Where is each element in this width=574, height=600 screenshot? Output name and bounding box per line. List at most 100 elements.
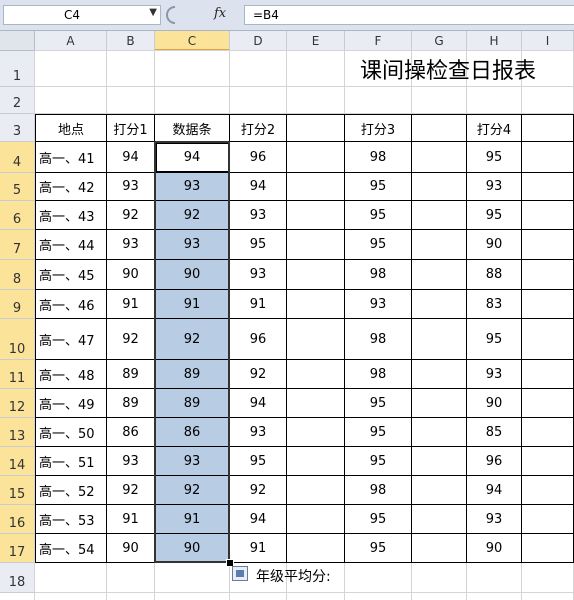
empty-cell[interactable]	[522, 447, 574, 476]
score4-cell[interactable]: 85	[467, 418, 522, 447]
empty-cell[interactable]	[287, 534, 345, 563]
score3-cell[interactable]: 95	[345, 534, 412, 563]
row-header-18[interactable]: 18	[0, 563, 35, 593]
empty-cell[interactable]	[522, 142, 574, 173]
score4-cell[interactable]: 95	[467, 201, 522, 230]
empty-cell[interactable]	[287, 260, 345, 290]
formula-bar-splitter-icon[interactable]	[165, 5, 179, 25]
column-header-h[interactable]: H	[467, 31, 522, 51]
place-cell[interactable]: 高一、45	[35, 260, 107, 290]
active-cell[interactable]: 94	[155, 142, 230, 173]
row-header-13[interactable]: 13	[0, 418, 35, 447]
databar-cell[interactable]: 93	[155, 447, 230, 476]
score1-cell[interactable]: 89	[107, 389, 155, 418]
score2-cell[interactable]: 93	[230, 260, 287, 290]
databar-cell[interactable]: 91	[155, 290, 230, 319]
score3-cell[interactable]: 95	[345, 418, 412, 447]
empty-cell[interactable]	[522, 230, 574, 260]
empty-cell[interactable]	[287, 290, 345, 319]
place-cell[interactable]: 高一、52	[35, 476, 107, 505]
empty-cell[interactable]	[287, 505, 345, 534]
databar-cell[interactable]: 86	[155, 418, 230, 447]
empty-cell[interactable]	[522, 201, 574, 230]
databar-cell[interactable]: 93	[155, 230, 230, 260]
column-header-f[interactable]: F	[345, 31, 412, 51]
empty-cell[interactable]	[522, 290, 574, 319]
score1-cell[interactable]: 92	[107, 201, 155, 230]
row-header-9[interactable]: 9	[0, 290, 35, 319]
empty-cell[interactable]	[412, 201, 467, 230]
empty-cell[interactable]	[412, 290, 467, 319]
row-header-16[interactable]: 16	[0, 505, 35, 534]
empty-cell[interactable]	[412, 447, 467, 476]
place-cell[interactable]: 高一、51	[35, 447, 107, 476]
header-cell-i[interactable]	[522, 114, 574, 142]
place-cell[interactable]: 高一、42	[35, 173, 107, 201]
place-cell[interactable]: 高一、48	[35, 360, 107, 389]
score1-cell[interactable]: 93	[107, 173, 155, 201]
score1-cell[interactable]: 93	[107, 230, 155, 260]
empty-cell[interactable]	[522, 360, 574, 389]
score4-cell[interactable]: 96	[467, 447, 522, 476]
place-cell[interactable]: 高一、54	[35, 534, 107, 563]
score2-cell[interactable]: 94	[230, 505, 287, 534]
score4-cell[interactable]: 95	[467, 319, 522, 360]
score1-cell[interactable]: 86	[107, 418, 155, 447]
row-header-8[interactable]: 8	[0, 260, 35, 290]
score1-cell[interactable]: 91	[107, 505, 155, 534]
databar-cell[interactable]: 92	[155, 201, 230, 230]
score4-cell[interactable]: 95	[467, 142, 522, 173]
score3-cell[interactable]: 93	[345, 290, 412, 319]
empty-cell[interactable]	[287, 230, 345, 260]
place-cell[interactable]: 高一、49	[35, 389, 107, 418]
score4-cell[interactable]: 83	[467, 290, 522, 319]
score2-cell[interactable]: 94	[230, 173, 287, 201]
score3-cell[interactable]: 95	[345, 230, 412, 260]
paste-options-icon[interactable]	[232, 566, 248, 581]
databar-cell[interactable]: 90	[155, 534, 230, 563]
score3-cell[interactable]: 95	[345, 505, 412, 534]
empty-cell[interactable]	[412, 505, 467, 534]
score3-cell[interactable]: 95	[345, 447, 412, 476]
header-cell-a[interactable]: 地点	[35, 114, 107, 142]
databar-cell[interactable]: 89	[155, 389, 230, 418]
row-header-5[interactable]: 5	[0, 173, 35, 201]
score4-cell[interactable]: 93	[467, 505, 522, 534]
chevron-down-icon[interactable]: ▼	[149, 7, 157, 18]
score4-cell[interactable]: 93	[467, 360, 522, 389]
column-header-i[interactable]: I	[522, 31, 574, 51]
score4-cell[interactable]: 88	[467, 260, 522, 290]
empty-cell[interactable]	[522, 389, 574, 418]
empty-cell[interactable]	[412, 319, 467, 360]
score2-cell[interactable]: 96	[230, 142, 287, 173]
empty-cell[interactable]	[287, 389, 345, 418]
score1-cell[interactable]: 92	[107, 319, 155, 360]
score2-cell[interactable]: 95	[230, 447, 287, 476]
row-header-4[interactable]: 4	[0, 142, 35, 173]
empty-cell[interactable]	[522, 505, 574, 534]
score2-cell[interactable]: 96	[230, 319, 287, 360]
score4-cell[interactable]: 90	[467, 389, 522, 418]
formula-input[interactable]: =B4	[244, 5, 574, 25]
score1-cell[interactable]: 94	[107, 142, 155, 173]
empty-cell[interactable]	[412, 389, 467, 418]
score3-cell[interactable]: 98	[345, 319, 412, 360]
empty-cell[interactable]	[412, 230, 467, 260]
empty-cell[interactable]	[412, 142, 467, 173]
score2-cell[interactable]: 94	[230, 389, 287, 418]
score3-cell[interactable]: 95	[345, 201, 412, 230]
score4-cell[interactable]: 90	[467, 534, 522, 563]
row-header-6[interactable]: 6	[0, 201, 35, 230]
score1-cell[interactable]: 93	[107, 447, 155, 476]
header-cell-c[interactable]: 数据条	[155, 114, 230, 142]
score2-cell[interactable]: 93	[230, 201, 287, 230]
row-header-1[interactable]: 1	[0, 51, 35, 87]
databar-cell[interactable]: 90	[155, 260, 230, 290]
score1-cell[interactable]: 91	[107, 290, 155, 319]
column-header-e[interactable]: E	[287, 31, 345, 51]
empty-cell[interactable]	[412, 534, 467, 563]
column-header-c[interactable]: C	[155, 31, 230, 51]
column-header-d[interactable]: D	[230, 31, 287, 51]
empty-cell[interactable]	[412, 173, 467, 201]
header-cell-h[interactable]: 打分4	[467, 114, 522, 142]
